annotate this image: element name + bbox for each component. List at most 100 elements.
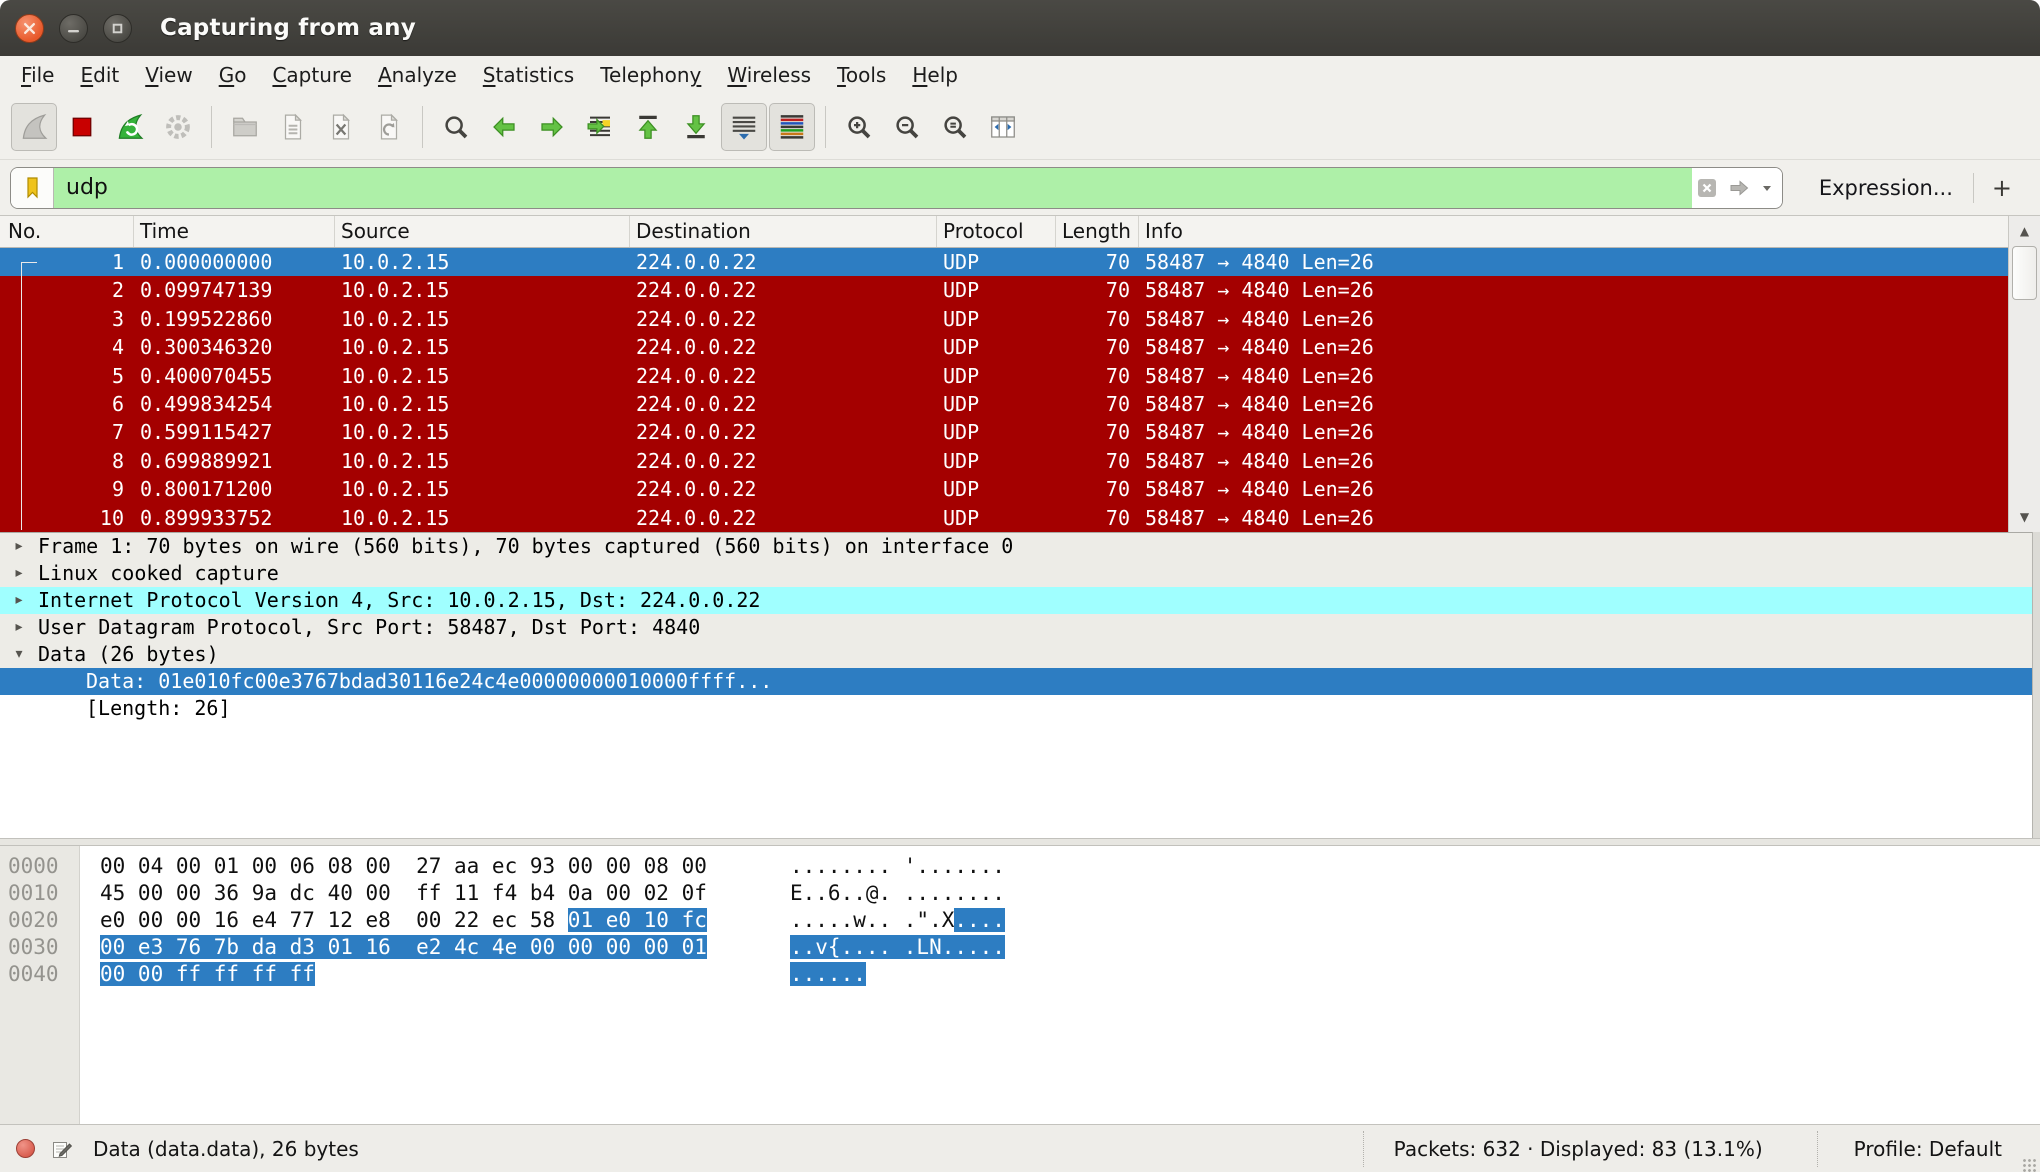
menu-edit[interactable]: Edit	[67, 59, 132, 91]
detail-row[interactable]: [Length: 26]	[0, 695, 2040, 722]
hex-bytes[interactable]: e0 00 00 16 e4 77 12 e8 00 22 ec 58 01 e…	[100, 907, 707, 934]
start-capture-button[interactable]	[11, 103, 57, 151]
reload-capture-file-button[interactable]	[366, 103, 412, 151]
packet-row[interactable]: 60.49983425410.0.2.15224.0.0.22UDP705848…	[0, 390, 2008, 418]
expander-icon[interactable]: ▸	[8, 533, 30, 560]
menu-wireless[interactable]: Wireless	[714, 59, 824, 91]
detail-row[interactable]: ▾Data (26 bytes)	[0, 641, 2040, 668]
titlebar[interactable]: Capturing from any	[0, 0, 2040, 57]
go-first-packet-button[interactable]	[625, 103, 671, 151]
minimize-button[interactable]	[59, 14, 88, 43]
open-capture-file-button[interactable]	[222, 103, 268, 151]
packet-row[interactable]: 10.00000000010.0.2.15224.0.0.22UDP705848…	[0, 248, 2008, 276]
clear-filter-icon[interactable]	[1696, 176, 1720, 200]
hex-ascii[interactable]: E..6..@. ........	[790, 880, 1005, 907]
auto-scroll-toggle-button[interactable]	[721, 103, 767, 151]
hex-row[interactable]: 000000 04 00 01 00 06 08 00 27 aa ec 93 …	[0, 853, 2040, 880]
pane-splitter[interactable]	[0, 838, 2040, 846]
expression-button[interactable]: Expression...	[1799, 176, 1973, 200]
column-header-destination[interactable]: Destination	[630, 216, 937, 247]
expander-icon[interactable]: ▸	[8, 614, 30, 641]
packet-row[interactable]: 90.80017120010.0.2.15224.0.0.22UDP705848…	[0, 475, 2008, 503]
hex-ascii[interactable]: ........ '.......	[790, 853, 1005, 880]
expander-icon[interactable]: ▸	[8, 560, 30, 587]
detail-row[interactable]: ▸Internet Protocol Version 4, Src: 10.0.…	[0, 587, 2040, 614]
detail-row[interactable]: ▸Linux cooked capture	[0, 560, 2040, 587]
hex-bytes[interactable]: 45 00 00 36 9a dc 40 00 ff 11 f4 b4 0a 0…	[100, 880, 707, 907]
menu-go[interactable]: Go	[206, 59, 260, 91]
packet-row[interactable]: 50.40007045510.0.2.15224.0.0.22UDP705848…	[0, 362, 2008, 390]
hex-row[interactable]: 004000 00 ff ff ff ff......	[0, 961, 2040, 988]
scroll-up-arrow-icon[interactable]: ▲	[2009, 216, 2040, 246]
menu-analyze[interactable]: Analyze	[365, 59, 470, 91]
add-filter-button[interactable]: +	[1974, 174, 2030, 202]
hex-offset: 0030	[8, 934, 59, 961]
hex-row[interactable]: 0030 00 e3 76 7b da d3 01 16 e2 4c 4e 00 …	[0, 934, 2040, 961]
profile-selector[interactable]: Profile: Default	[1817, 1131, 2022, 1167]
column-header-length[interactable]: Length	[1056, 216, 1139, 247]
filter-history-caret-icon[interactable]	[1760, 181, 1774, 195]
column-header-protocol[interactable]: Protocol	[937, 216, 1056, 247]
hex-bytes[interactable]: 00 04 00 01 00 06 08 00 27 aa ec 93 00 0…	[100, 853, 707, 880]
expander-icon[interactable]: ▾	[8, 641, 30, 668]
go-to-packet-button[interactable]	[577, 103, 623, 151]
packet-row[interactable]: 80.69988992110.0.2.15224.0.0.22UDP705848…	[0, 447, 2008, 475]
close-button[interactable]	[15, 14, 44, 43]
close-capture-file-button[interactable]	[318, 103, 364, 151]
detail-row[interactable]: ▸Frame 1: 70 bytes on wire (560 bits), 7…	[0, 533, 2040, 560]
find-packet-button[interactable]	[433, 103, 479, 151]
maximize-button[interactable]	[103, 14, 132, 43]
packet-list-scrollbar[interactable]: ▲ ▼	[2008, 216, 2040, 532]
column-header-no[interactable]: No.	[0, 216, 134, 247]
packet-row[interactable]: 70.59911542710.0.2.15224.0.0.22UDP705848…	[0, 418, 2008, 446]
go-back-button[interactable]	[481, 103, 527, 151]
resize-grip[interactable]	[2022, 1158, 2036, 1172]
scrollbar-thumb[interactable]	[2012, 246, 2037, 300]
go-forward-button[interactable]	[529, 103, 575, 151]
packet-row[interactable]: 40.30034632010.0.2.15224.0.0.22UDP705848…	[0, 333, 2008, 361]
column-header-source[interactable]: Source	[335, 216, 630, 247]
hex-ascii[interactable]: .....w.. .".X....	[790, 907, 1005, 934]
zoom-original-button[interactable]	[932, 103, 978, 151]
toolbar-separator	[422, 106, 423, 148]
hex-bytes[interactable]: 00 00 ff ff ff ff	[100, 961, 315, 988]
menu-help[interactable]: Help	[899, 59, 971, 91]
packet-row[interactable]: 30.19952286010.0.2.15224.0.0.22UDP705848…	[0, 305, 2008, 333]
zoom-out-button[interactable]	[884, 103, 930, 151]
column-header-info[interactable]: Info	[1139, 216, 2040, 247]
detail-row[interactable]: Data: 01e010fc00e3767bdad30116e24c4e0000…	[0, 668, 2040, 695]
magnifier-minus-icon	[892, 112, 922, 142]
hex-ascii[interactable]: ..v{.... .LN.....	[790, 934, 1005, 961]
detail-row[interactable]: ▸User Datagram Protocol, Src Port: 58487…	[0, 614, 2040, 641]
menu-tools[interactable]: Tools	[824, 59, 899, 91]
hex-offset: 0020	[8, 907, 59, 934]
hex-row[interactable]: 0020 e0 00 00 16 e4 77 12 e8 00 22 ec 58 …	[0, 907, 2040, 934]
packet-row[interactable]: 100.89993375210.0.2.15224.0.0.22UDP70584…	[0, 504, 2008, 532]
expander-icon[interactable]: ▸	[8, 587, 30, 614]
expert-info-icon[interactable]	[16, 1139, 35, 1158]
restart-capture-button[interactable]	[107, 103, 153, 151]
display-filter-input[interactable]	[54, 168, 1692, 208]
column-header-time[interactable]: Time	[134, 216, 335, 247]
hex-row[interactable]: 001045 00 00 36 9a dc 40 00 ff 11 f4 b4 …	[0, 880, 2040, 907]
menu-telephony[interactable]: Telephony	[587, 59, 714, 91]
menu-view[interactable]: View	[132, 59, 205, 91]
capture-options-button[interactable]	[155, 103, 201, 151]
zoom-in-button[interactable]	[836, 103, 882, 151]
menu-file[interactable]: File	[8, 59, 67, 91]
filter-bookmark-button[interactable]	[11, 168, 54, 208]
colorize-toggle-button[interactable]	[769, 103, 815, 151]
packet-row[interactable]: 20.09974713910.0.2.15224.0.0.22UDP705848…	[0, 276, 2008, 304]
hex-ascii[interactable]: ......	[790, 961, 866, 988]
menu-capture[interactable]: Capture	[259, 59, 365, 91]
go-last-packet-button[interactable]	[673, 103, 719, 151]
cell-info: 58487 → 4840 Len=26	[1139, 276, 2008, 304]
hex-bytes[interactable]: 00 e3 76 7b da d3 01 16 e2 4c 4e 00 00 0…	[100, 934, 707, 961]
capture-comment-icon[interactable]	[51, 1138, 73, 1160]
resize-columns-button[interactable]	[980, 103, 1026, 151]
scroll-down-arrow-icon[interactable]: ▼	[2009, 502, 2040, 532]
apply-filter-icon[interactable]	[1726, 176, 1754, 200]
stop-capture-button[interactable]	[59, 103, 105, 151]
save-capture-file-button[interactable]	[270, 103, 316, 151]
menu-statistics[interactable]: Statistics	[470, 59, 587, 91]
